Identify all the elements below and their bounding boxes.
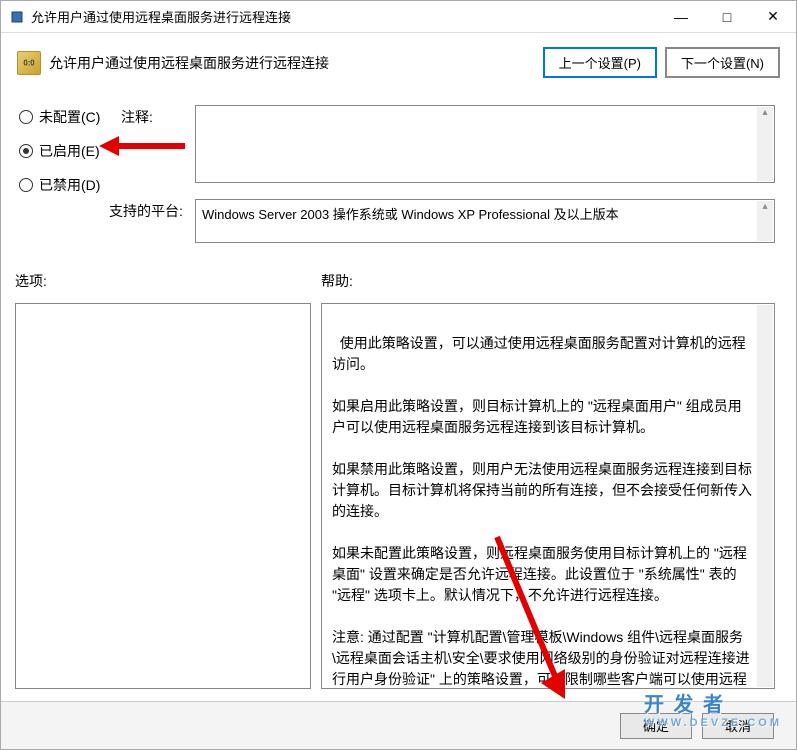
window-title: 允许用户通过使用远程桌面服务进行远程连接 [31,7,658,26]
radio-label: 已启用(E) [39,141,100,161]
watermark-sub: WWW.DEVZE.COM [644,717,782,729]
help-panel: 使用此策略设置，可以通过使用远程桌面服务配置对计算机的远程访问。 如果启用此策略… [321,303,775,689]
help-scrollbar[interactable] [757,305,773,687]
notes-scrollbar[interactable] [757,107,773,181]
help-label: 帮助: [321,271,353,291]
radio-icon [19,110,33,124]
next-setting-button[interactable]: 下一个设置(N) [665,47,780,78]
help-text: 使用此策略设置，可以通过使用远程桌面服务配置对计算机的远程访问。 如果启用此策略… [332,335,753,689]
radio-disabled[interactable]: 已禁用(D) [19,175,100,195]
watermark-main: 开 发 者 [644,694,725,716]
watermark: 开 发 者 WWW.DEVZE.COM [644,688,782,729]
titlebar: 允许用户通过使用远程桌面服务进行远程连接 — □ ✕ [1,1,796,33]
radio-label: 未配置(C) [39,107,100,127]
radio-icon [19,178,33,192]
radio-label: 已禁用(D) [39,175,100,195]
policy-icon [17,51,41,75]
state-radio-group: 未配置(C) 已启用(E) 已禁用(D) [19,107,100,195]
radio-enabled[interactable]: 已启用(E) [19,141,100,161]
notes-textarea[interactable] [195,105,775,183]
close-button[interactable]: ✕ [750,2,796,32]
maximize-button[interactable]: □ [704,2,750,32]
policy-name: 允许用户通过使用远程桌面服务进行远程连接 [49,53,543,73]
options-panel [15,303,311,689]
policy-window-icon [9,9,25,25]
platform-box: Windows Server 2003 操作系统或 Windows XP Pro… [195,199,775,243]
radio-notconfigured[interactable]: 未配置(C) [19,107,100,127]
options-label: 选项: [15,271,47,291]
notes-label: 注释: [121,107,153,127]
platform-scrollbar[interactable] [757,201,773,241]
platform-label: 支持的平台: [109,201,183,221]
minimize-button[interactable]: — [658,2,704,32]
platform-text: Windows Server 2003 操作系统或 Windows XP Pro… [202,207,619,222]
window-controls: — □ ✕ [658,2,796,32]
header-area: 允许用户通过使用远程桌面服务进行远程连接 上一个设置(P) 下一个设置(N) [1,33,796,100]
prev-setting-button[interactable]: 上一个设置(P) [543,47,657,78]
annotation-arrow-enabled [97,131,187,161]
radio-icon [19,144,33,158]
